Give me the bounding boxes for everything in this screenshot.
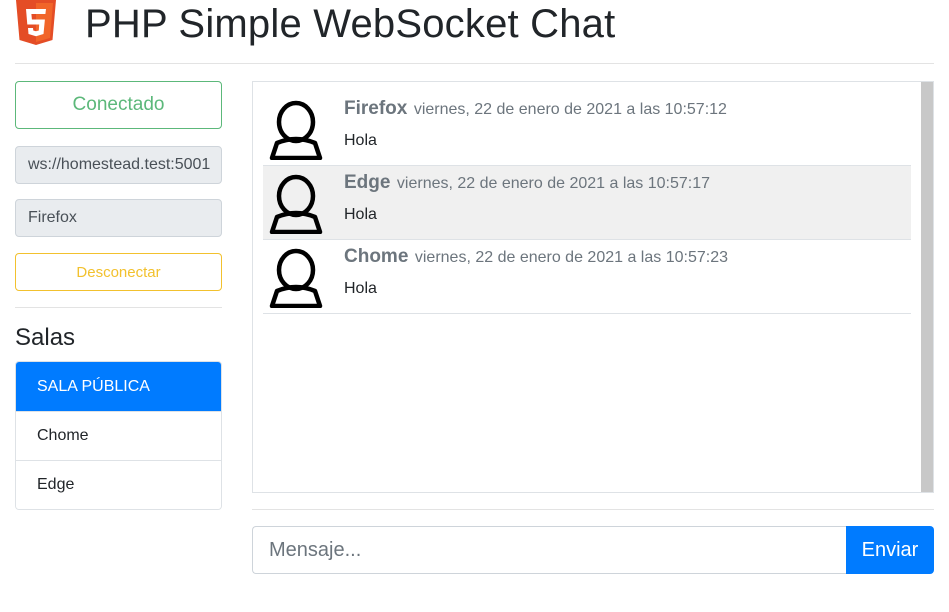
html5-logo-icon <box>16 0 56 45</box>
message-timestamp: viernes, 22 de enero de 2021 a las 10:57… <box>396 175 711 192</box>
room-label: SALA PÚBLICA <box>37 377 150 395</box>
rooms-list: SALA PÚBLICA Chome Edge <box>15 361 222 510</box>
message-author: Edge <box>344 172 391 193</box>
message-list: Firefox viernes, 22 de enero de 2021 a l… <box>263 92 911 314</box>
message-text: Hola <box>344 280 377 297</box>
message-item: Firefox viernes, 22 de enero de 2021 a l… <box>263 92 911 166</box>
message-input[interactable] <box>252 526 846 574</box>
chat-scrollbar[interactable] <box>921 82 933 492</box>
message-item: Edge viernes, 22 de enero de 2021 a las … <box>263 166 911 240</box>
message-header: Edge viernes, 22 de enero de 2021 a las … <box>344 172 710 194</box>
room-item-edge[interactable]: Edge <box>16 460 221 509</box>
message-text: Hola <box>344 206 377 223</box>
rooms-heading: Salas <box>15 324 76 351</box>
message-timestamp: viernes, 22 de enero de 2021 a las 10:57… <box>414 249 728 266</box>
message-author: Firefox <box>344 98 408 119</box>
message-header: Chome viernes, 22 de enero de 2021 a las… <box>344 246 728 268</box>
disconnect-button[interactable]: Desconectar <box>15 253 222 291</box>
room-item-public[interactable]: SALA PÚBLICA <box>16 362 221 411</box>
server-url-field[interactable]: ws://homestead.test:5001 <box>15 146 222 184</box>
message-timestamp: viernes, 22 de enero de 2021 a las 10:57… <box>413 101 727 118</box>
user-avatar-icon <box>269 174 323 234</box>
message-text: Hola <box>344 132 377 149</box>
message-author: Chome <box>344 246 409 267</box>
user-avatar-icon <box>269 100 323 160</box>
chat-panel: Firefox viernes, 22 de enero de 2021 a l… <box>252 81 934 493</box>
room-label: Edge <box>37 476 75 493</box>
message-header: Firefox viernes, 22 de enero de 2021 a l… <box>344 98 727 120</box>
user-avatar-icon <box>269 248 323 308</box>
app-header: PHP Simple WebSocket Chat <box>15 0 934 64</box>
divider <box>15 307 222 308</box>
room-label: Chome <box>37 427 89 444</box>
room-item-chome[interactable]: Chome <box>16 411 221 460</box>
page-title: PHP Simple WebSocket Chat <box>85 2 616 46</box>
send-button[interactable]: Enviar <box>846 526 934 574</box>
username-field[interactable]: Firefox <box>15 199 222 237</box>
connection-status: Conectado <box>15 81 222 129</box>
divider <box>252 509 934 510</box>
message-item: Chome viernes, 22 de enero de 2021 a las… <box>263 240 911 314</box>
